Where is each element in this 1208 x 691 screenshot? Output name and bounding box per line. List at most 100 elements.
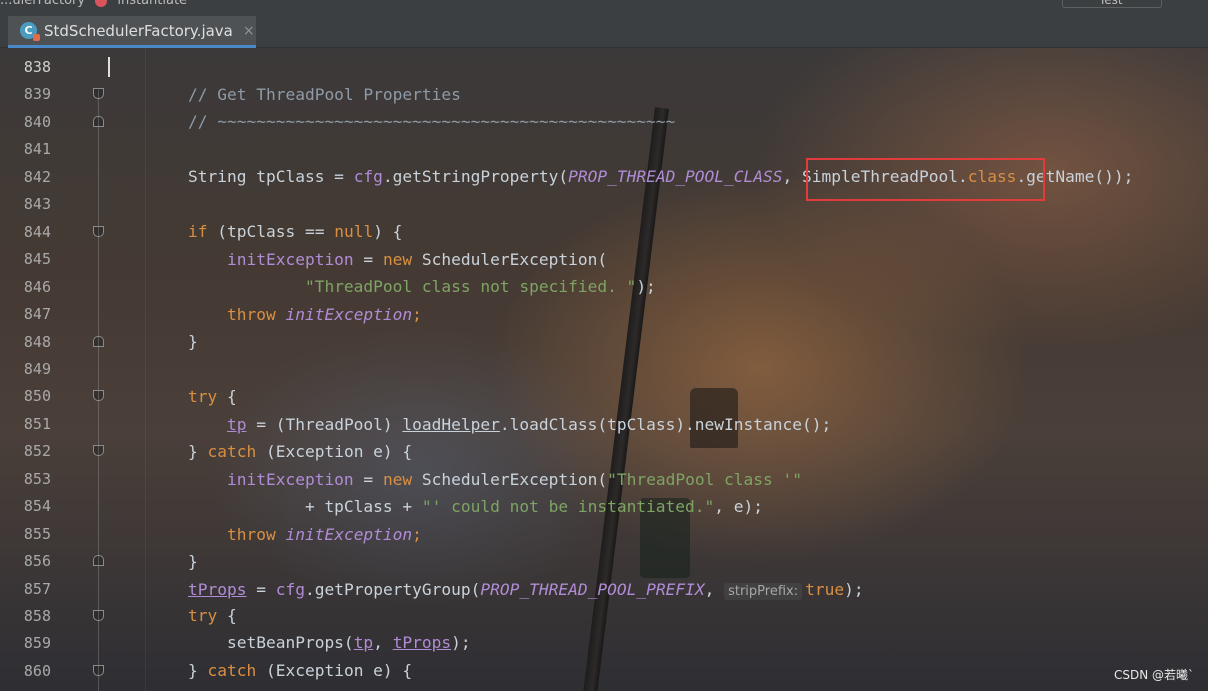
line-number[interactable]: 847 xyxy=(0,305,51,323)
keyword-token: if xyxy=(188,222,208,241)
constant-token: PROP_THREAD_POOL_CLASS xyxy=(568,167,783,186)
line-number[interactable]: 844 xyxy=(0,223,51,241)
code-line-845[interactable]: initException = new SchedulerException( xyxy=(188,251,607,269)
breadcrumb: ...ulerFactory instantiate xyxy=(0,0,187,8)
run-configuration-selector[interactable]: Test xyxy=(1062,0,1162,8)
token: , xyxy=(373,633,393,653)
keyword-token: catch xyxy=(207,660,257,680)
code-line-859[interactable]: setBeanProps(tp, tProps); xyxy=(188,634,471,652)
code-line-840[interactable]: // ~~~~~~~~~~~~~~~~~~~~~~~~~~~~~~~~~~~~~… xyxy=(188,113,675,131)
keyword-token: try xyxy=(188,387,218,406)
code-editor[interactable]: 838 839 840 841 842 843 844 845 846 847 848 849 850 8… xyxy=(0,48,1208,691)
constant-token: PROP_THREAD_POOL_PREFIX xyxy=(480,580,705,599)
token: SchedulerException( xyxy=(412,470,608,489)
line-number-gutter[interactable]: 838 839 840 841 842 843 844 845 846 847 848 849 850 8… xyxy=(0,48,145,691)
token: setBeanProps( xyxy=(188,633,354,653)
line-number[interactable]: 840 xyxy=(0,113,51,131)
token: ); xyxy=(844,580,864,599)
keyword-token: null xyxy=(334,222,374,241)
code-line-839[interactable]: // Get ThreadPool Properties xyxy=(188,86,461,104)
line-number[interactable]: 856 xyxy=(0,552,51,570)
java-class-icon: C xyxy=(20,22,40,41)
token: + tpClass + xyxy=(188,497,422,516)
token: .getStringProperty( xyxy=(382,167,569,186)
line-number[interactable]: 851 xyxy=(0,415,51,433)
keyword-token: new xyxy=(382,470,413,489)
line-number[interactable]: 843 xyxy=(0,195,51,213)
token: , xyxy=(704,580,725,599)
field-token: tProps xyxy=(188,580,247,599)
line-number[interactable]: 857 xyxy=(0,580,51,598)
line-number[interactable]: 849 xyxy=(0,360,51,378)
code-line-856[interactable]: } xyxy=(188,553,198,571)
code-line-847[interactable]: throw initException; xyxy=(188,306,422,324)
token: } xyxy=(188,332,198,351)
token: = xyxy=(246,580,276,599)
token: (Exception e) { xyxy=(256,442,413,461)
code-line-855[interactable]: throw initException; xyxy=(188,526,422,544)
token: String tpClass = xyxy=(188,167,354,186)
line-number[interactable]: 838 xyxy=(0,58,51,76)
code-line-860[interactable]: } catch (Exception e) { xyxy=(188,660,412,680)
code-line-852[interactable]: } catch (Exception e) { xyxy=(188,443,412,461)
token: } xyxy=(188,442,208,461)
line-number[interactable]: 848 xyxy=(0,333,51,351)
code-line-853[interactable]: initException = new SchedulerException("… xyxy=(188,471,802,489)
code-line-854[interactable]: + tpClass + "' could not be instantiated… xyxy=(188,498,763,516)
line-number[interactable]: 841 xyxy=(0,140,51,158)
line-number[interactable]: 854 xyxy=(0,497,51,515)
line-number[interactable]: 859 xyxy=(0,634,51,652)
line-number[interactable]: 860 xyxy=(0,662,51,680)
tab-stdschedulerfactory[interactable]: C StdSchedulerFactory.java × xyxy=(8,16,256,48)
token: ; xyxy=(412,305,422,324)
token: = (ThreadPool) xyxy=(246,415,403,434)
token: .getPropertyGroup( xyxy=(304,580,481,599)
field-token: loadHelper xyxy=(402,415,500,434)
field-token: initException xyxy=(285,525,413,544)
line-number[interactable]: 842 xyxy=(0,168,51,186)
code-line-850[interactable]: try { xyxy=(188,388,237,406)
code-line-848[interactable]: } xyxy=(188,333,198,351)
code-line-846[interactable]: "ThreadPool class not specified. "); xyxy=(188,278,656,296)
highlight-box xyxy=(806,158,1045,201)
code-line-844[interactable]: if (tpClass == null) { xyxy=(188,223,402,241)
keyword-token: try xyxy=(188,606,218,625)
token: ) { xyxy=(373,222,403,241)
breadcrumb-method[interactable]: instantiate xyxy=(117,0,187,8)
token: , e); xyxy=(714,497,764,516)
line-number[interactable]: 855 xyxy=(0,525,51,543)
string-token: "ThreadPool class not specified. " xyxy=(304,277,637,296)
keyword-token: throw xyxy=(226,525,276,544)
text-caret xyxy=(108,57,110,77)
token: = xyxy=(353,470,383,489)
field-token: tp xyxy=(226,415,247,434)
token: SchedulerException( xyxy=(412,250,608,269)
breadcrumb-class[interactable]: ...ulerFactory xyxy=(0,0,85,8)
close-icon[interactable]: × xyxy=(243,23,255,39)
token: (tpClass == xyxy=(207,222,335,241)
field-token: initException xyxy=(226,250,354,269)
field-token: initException xyxy=(226,470,354,489)
line-number[interactable]: 853 xyxy=(0,470,51,488)
line-number[interactable]: 845 xyxy=(0,250,51,268)
parameter-hint: stripPrefix: xyxy=(724,583,803,600)
line-number[interactable]: 846 xyxy=(0,278,51,296)
editor-tab-bar: C StdSchedulerFactory.java × xyxy=(0,12,1208,48)
tab-label: StdSchedulerFactory.java xyxy=(44,21,233,40)
code-line-857[interactable]: tProps = cfg.getPropertyGroup(PROP_THREA… xyxy=(188,580,864,600)
token: = xyxy=(353,250,383,269)
line-number[interactable]: 852 xyxy=(0,442,51,460)
line-number[interactable]: 858 xyxy=(0,607,51,625)
code-line-858[interactable]: try { xyxy=(188,607,237,625)
token: , xyxy=(782,167,803,186)
token: } xyxy=(188,552,198,571)
line-number[interactable]: 839 xyxy=(0,85,51,103)
indent-guide xyxy=(98,90,99,691)
code-line-851[interactable]: tp = (ThreadPool) loadHelper.loadClass(t… xyxy=(188,416,831,434)
token: { xyxy=(217,387,237,406)
keyword-token: catch xyxy=(207,442,257,461)
line-number[interactable]: 850 xyxy=(0,387,51,405)
